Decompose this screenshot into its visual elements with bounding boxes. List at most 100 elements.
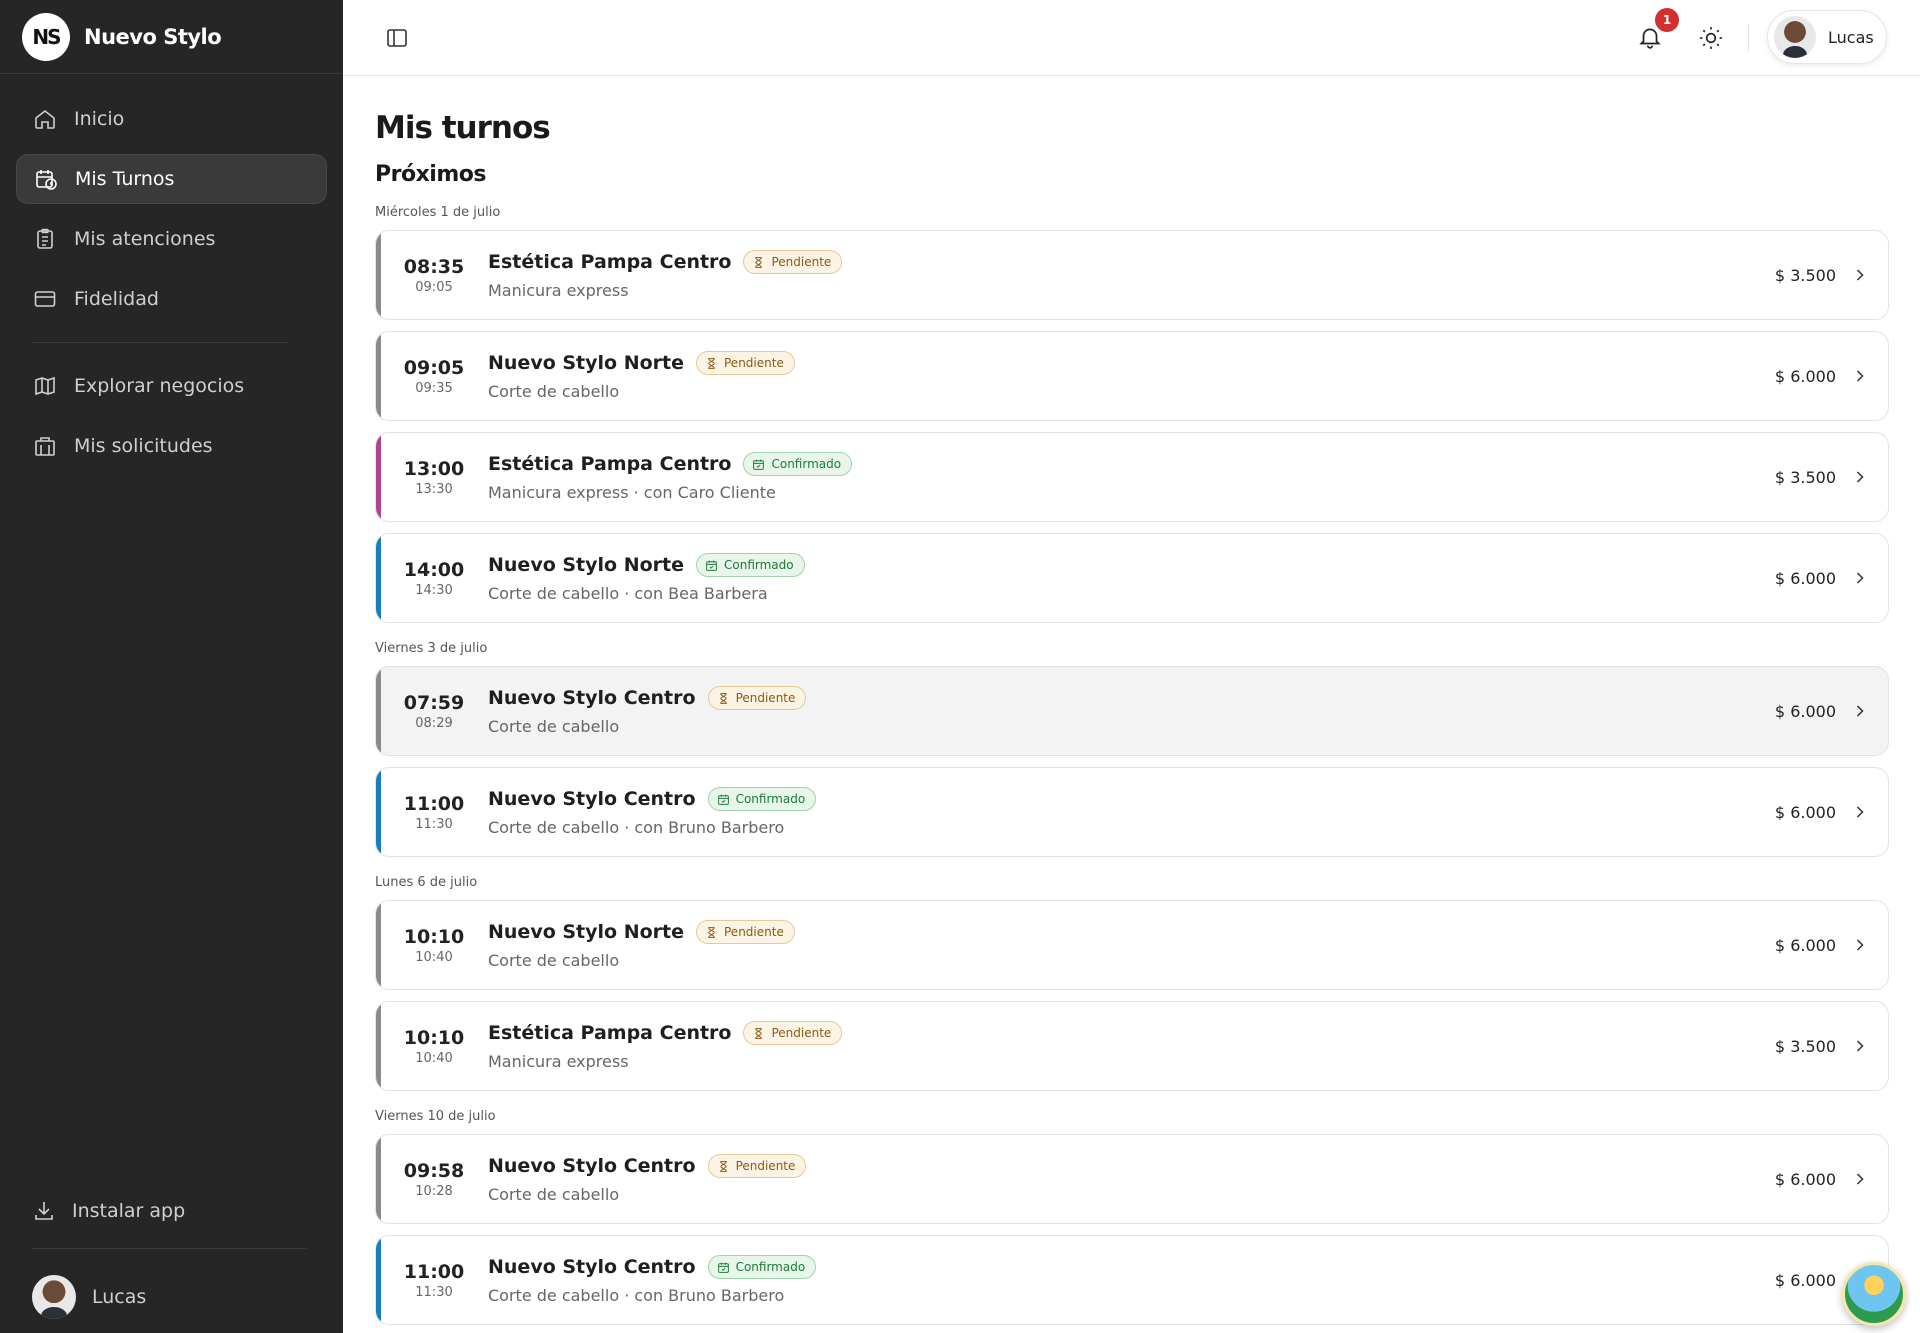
- appointment-card[interactable]: 08:35 09:05 Estética Pampa Centro Pendie…: [375, 230, 1889, 320]
- sidebar-item-explorar-negocios[interactable]: Explorar negocios: [16, 361, 327, 411]
- status-badge: Pendiente: [743, 1021, 843, 1045]
- time-block: 13:00 13:30: [376, 458, 488, 497]
- brand-logo: NS: [22, 12, 70, 61]
- panel-left-icon: [387, 29, 407, 47]
- service-description: Corte de cabello: [488, 382, 620, 401]
- map-icon: [32, 373, 58, 399]
- appointment-info: Nuevo Stylo Centro Confirmado Corte de c…: [488, 1255, 1775, 1305]
- chevron-right-icon: [1850, 802, 1870, 822]
- business-name: Nuevo Stylo Norte: [488, 352, 684, 374]
- price: $ 6.000: [1774, 935, 1836, 955]
- appointment-card[interactable]: 10:10 10:40 Nuevo Stylo Norte Pendiente …: [375, 900, 1889, 990]
- business-name: Nuevo Stylo Centro: [488, 788, 696, 810]
- chevron-right-icon: [1850, 1036, 1870, 1056]
- calendar-check-icon: [717, 1261, 736, 1274]
- status-label: Confirmado: [735, 1260, 806, 1274]
- price: $ 3.500: [1774, 265, 1836, 285]
- hourglass-icon: [717, 692, 736, 705]
- hourglass-icon: [705, 357, 724, 370]
- end-time: 09:05: [415, 279, 453, 295]
- service-description: Corte de cabello · con Bea Barbera: [488, 584, 768, 603]
- end-time: 08:29: [415, 715, 453, 731]
- avatar: [1774, 16, 1816, 58]
- chevron-right-icon: [1850, 1169, 1870, 1189]
- sidebar-item-label: Explorar negocios: [74, 375, 245, 397]
- status-badge: Pendiente: [696, 920, 795, 944]
- sidebar-item-mis-turnos[interactable]: Mis Turnos: [16, 154, 327, 204]
- status-badge: Pendiente: [696, 351, 795, 375]
- brand[interactable]: NS Nuevo Stylo: [0, 0, 343, 74]
- hourglass-icon: [752, 256, 771, 269]
- sidebar-item-mis-atenciones[interactable]: Mis atenciones: [16, 214, 327, 264]
- appointment-card[interactable]: 09:05 09:35 Nuevo Stylo Norte Pendiente …: [375, 331, 1889, 421]
- status-label: Pendiente: [771, 255, 832, 269]
- status-accent-bar: [376, 1236, 381, 1324]
- appointment-card[interactable]: 07:59 08:29 Nuevo Stylo Centro Pendiente…: [375, 666, 1889, 756]
- install-app-button[interactable]: Instalar app: [16, 1186, 327, 1236]
- sidebar-item-inicio[interactable]: Inicio: [16, 94, 327, 144]
- appointment-card[interactable]: 11:00 11:30 Nuevo Stylo Centro Confirmad…: [375, 1235, 1889, 1325]
- main-content: Mis turnos Próximos Miércoles 1 de julio…: [375, 76, 1889, 1333]
- end-time: 09:35: [415, 380, 453, 396]
- hourglass-icon: [705, 926, 724, 939]
- start-time: 08:35: [403, 255, 465, 278]
- time-block: 11:00 11:30: [376, 793, 488, 832]
- business-name: Nuevo Stylo Norte: [488, 554, 684, 576]
- sidebar-item-mis-solicitudes[interactable]: Mis solicitudes: [16, 421, 327, 471]
- day-label: Viernes 10 de julio: [375, 1109, 496, 1124]
- sidebar-item-fidelidad[interactable]: Fidelidad: [16, 274, 327, 324]
- appointment-card[interactable]: 13:00 13:30 Estética Pampa Centro Confir…: [375, 432, 1889, 522]
- status-badge: Confirmado: [743, 452, 853, 476]
- sidebar-user[interactable]: Lucas: [16, 1261, 327, 1333]
- calendar-clock-icon: [33, 166, 59, 192]
- chevron-right-icon: [1850, 467, 1870, 487]
- calendar-check-icon: [752, 458, 771, 471]
- service-description: Manicura express · con Caro Cliente: [488, 483, 776, 502]
- building-icon: [32, 433, 58, 459]
- start-time: 09:58: [403, 1159, 465, 1182]
- price: $ 6.000: [1774, 701, 1836, 721]
- hourglass-icon: [717, 1160, 736, 1173]
- business-name: Nuevo Stylo Centro: [488, 1256, 696, 1278]
- chevron-right-icon: [1850, 701, 1870, 721]
- end-time: 14:30: [415, 582, 453, 598]
- calendar-check-icon: [717, 793, 736, 806]
- appointment-info: Estética Pampa Centro Confirmado Manicur…: [488, 452, 1775, 502]
- time-block: 14:00 14:30: [376, 559, 488, 598]
- appointment-info: Nuevo Stylo Centro Confirmado Corte de c…: [488, 787, 1775, 837]
- sidebar-item-label: Fidelidad: [74, 288, 159, 310]
- home-icon: [32, 106, 58, 132]
- status-badge: Pendiente: [707, 1154, 807, 1178]
- chevron-right-icon: [1850, 265, 1870, 285]
- business-name: Nuevo Stylo Centro: [488, 1155, 696, 1177]
- appointment-card[interactable]: 10:10 10:40 Estética Pampa Centro Pendie…: [375, 1001, 1889, 1091]
- card-icon: [32, 286, 58, 312]
- service-description: Corte de cabello · con Bruno Barbero: [488, 1286, 785, 1305]
- service-description: Manicura express: [488, 281, 629, 300]
- appointment-card[interactable]: 09:58 10:28 Nuevo Stylo Centro Pendiente…: [375, 1134, 1889, 1224]
- appointment-info: Nuevo Stylo Norte Pendiente Corte de cab…: [488, 920, 1775, 970]
- service-description: Corte de cabello: [488, 1185, 620, 1204]
- theme-toggle-button[interactable]: [1698, 25, 1724, 51]
- floating-app-badge[interactable]: [1842, 1262, 1906, 1326]
- start-time: 09:05: [403, 356, 465, 379]
- price: $ 6.000: [1774, 366, 1836, 386]
- business-name: Estética Pampa Centro: [488, 1022, 732, 1044]
- status-accent-bar: [376, 901, 381, 989]
- price: $ 6.000: [1774, 568, 1836, 588]
- sidebar-toggle-button[interactable]: [385, 26, 409, 50]
- price: $ 3.500: [1774, 1036, 1836, 1056]
- status-accent-bar: [376, 667, 381, 755]
- appointment-card[interactable]: 14:00 14:30 Nuevo Stylo Norte Confirmado…: [375, 533, 1889, 623]
- user-menu-button[interactable]: Lucas: [1767, 10, 1887, 64]
- topbar-divider: [1748, 24, 1749, 52]
- time-block: 10:10 10:40: [376, 1027, 488, 1066]
- page-title: Mis turnos: [375, 110, 551, 146]
- appointment-info: Nuevo Stylo Centro Pendiente Corte de ca…: [488, 1154, 1775, 1204]
- service-description: Corte de cabello: [488, 951, 620, 970]
- time-block: 07:59 08:29: [376, 692, 488, 731]
- footer-divider: [32, 1248, 307, 1249]
- price: $ 6.000: [1774, 1169, 1836, 1189]
- appointment-card[interactable]: 11:00 11:30 Nuevo Stylo Centro Confirmad…: [375, 767, 1889, 857]
- brand-name: Nuevo Stylo: [84, 24, 222, 49]
